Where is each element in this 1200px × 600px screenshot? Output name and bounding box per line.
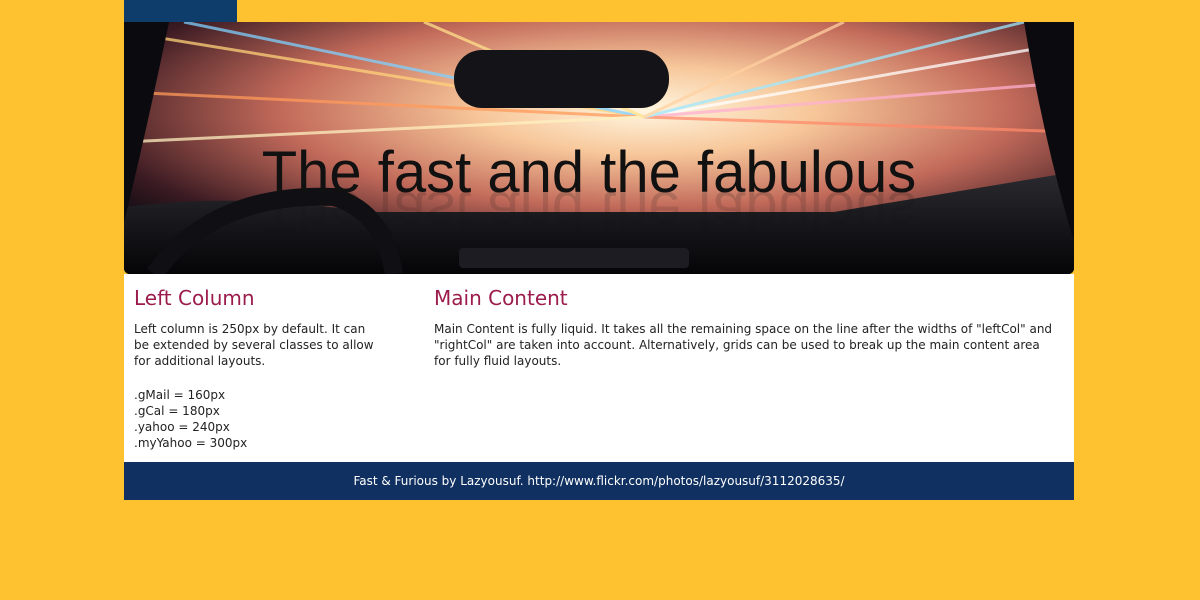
layout-class-myyahoo: .myYahoo = 300px: [134, 436, 248, 450]
hero-banner: The fast and the fabulous The fast and t…: [124, 22, 1074, 274]
rearview-mirror: [454, 50, 669, 108]
top-nav-tab[interactable]: [124, 0, 237, 22]
page-container: The fast and the fabulous The fast and t…: [124, 0, 1074, 500]
layout-class-gcal: .gCal = 180px: [134, 404, 220, 418]
main-content-paragraph: Main Content is fully liquid. It takes a…: [434, 322, 1053, 368]
left-column: Left Column Left column is 250px by defa…: [134, 286, 384, 451]
footer-credit: Fast & Furious by Lazyousuf. http://www.…: [353, 474, 845, 488]
layout-class-gmail: .gMail = 160px: [134, 388, 226, 402]
left-column-paragraph: Left column is 250px by default. It can …: [134, 322, 374, 368]
left-column-heading: Left Column: [134, 286, 255, 310]
layout-class-yahoo: .yahoo = 240px: [134, 420, 230, 434]
content-area: Left Column Left column is 250px by defa…: [124, 274, 1074, 462]
main-content: Main Content Main Content is fully liqui…: [434, 286, 1059, 369]
main-content-heading: Main Content: [434, 286, 568, 310]
footer: Fast & Furious by Lazyousuf. http://www.…: [124, 462, 1074, 500]
hero-title-reflection: The fast and the fabulous: [261, 179, 917, 244]
top-bar: [124, 0, 1074, 22]
